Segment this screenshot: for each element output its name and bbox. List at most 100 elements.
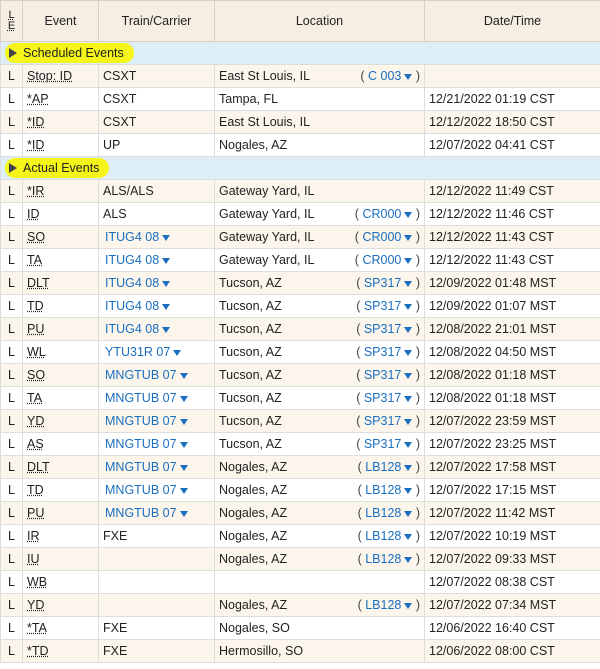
dropdown-caret-icon[interactable] bbox=[162, 303, 171, 310]
dropdown-caret-icon[interactable] bbox=[404, 441, 413, 448]
station-code-link[interactable]: SP317 bbox=[364, 299, 402, 313]
station-code[interactable]: ( SP317 ) bbox=[356, 414, 420, 428]
train-link[interactable]: MNGTUB 07 bbox=[103, 414, 177, 428]
le-column-header[interactable]: LE bbox=[0, 0, 23, 42]
train-link[interactable]: ITUG4 08 bbox=[103, 230, 159, 244]
dropdown-caret-icon[interactable] bbox=[162, 326, 171, 333]
dropdown-caret-icon[interactable] bbox=[404, 234, 413, 241]
actual-events-section[interactable]: Actual Events bbox=[0, 156, 600, 180]
event-code[interactable]: *IR bbox=[27, 184, 44, 198]
event-code[interactable]: IR bbox=[27, 529, 40, 543]
train-link[interactable]: MNGTUB 07 bbox=[103, 391, 177, 405]
station-code-link[interactable]: SP317 bbox=[364, 437, 402, 451]
event-code[interactable]: *TD bbox=[27, 644, 49, 658]
station-code[interactable]: ( CR000 ) bbox=[355, 230, 420, 244]
train-link[interactable]: MNGTUB 07 bbox=[103, 368, 177, 382]
train-link[interactable]: ITUG4 08 bbox=[103, 253, 159, 267]
station-code[interactable]: ( SP317 ) bbox=[356, 345, 420, 359]
station-code[interactable]: ( SP317 ) bbox=[356, 299, 420, 313]
dropdown-caret-icon[interactable] bbox=[162, 280, 171, 287]
station-code[interactable]: ( CR000 ) bbox=[355, 253, 420, 267]
station-code-link[interactable]: SP317 bbox=[364, 391, 402, 405]
train-link[interactable]: MNGTUB 07 bbox=[103, 460, 177, 474]
station-code[interactable]: ( LB128 ) bbox=[358, 506, 420, 520]
carrier-cell[interactable]: ITUG4 08 bbox=[98, 225, 215, 249]
event-code[interactable]: PU bbox=[27, 322, 44, 336]
station-code-link[interactable]: SP317 bbox=[364, 322, 402, 336]
event-code[interactable]: AS bbox=[27, 437, 44, 451]
event-code[interactable]: SO bbox=[27, 230, 45, 244]
dropdown-caret-icon[interactable] bbox=[404, 372, 413, 379]
dropdown-caret-icon[interactable] bbox=[404, 556, 413, 563]
station-code[interactable]: ( LB128 ) bbox=[358, 552, 420, 566]
event-code[interactable]: DLT bbox=[27, 460, 50, 474]
carrier-cell[interactable]: MNGTUB 07 bbox=[98, 386, 215, 410]
event-code[interactable]: DLT bbox=[27, 276, 50, 290]
dropdown-caret-icon[interactable] bbox=[179, 372, 188, 379]
station-code-link[interactable]: SP317 bbox=[364, 414, 402, 428]
expand-triangle-icon[interactable] bbox=[9, 163, 17, 173]
station-code[interactable]: ( SP317 ) bbox=[356, 437, 420, 451]
dropdown-caret-icon[interactable] bbox=[404, 510, 413, 517]
train-link[interactable]: YTU31R 07 bbox=[103, 345, 170, 359]
event-code[interactable]: YD bbox=[27, 598, 44, 612]
train-link[interactable]: ITUG4 08 bbox=[103, 299, 159, 313]
station-code-link[interactable]: LB128 bbox=[365, 529, 401, 543]
event-column-header[interactable]: Event bbox=[22, 0, 99, 42]
station-code-link[interactable]: SP317 bbox=[364, 368, 402, 382]
station-code[interactable]: ( LB128 ) bbox=[358, 529, 420, 543]
event-code[interactable]: TA bbox=[27, 391, 42, 405]
station-code-link[interactable]: LB128 bbox=[365, 460, 401, 474]
carrier-cell[interactable]: ITUG4 08 bbox=[98, 271, 215, 295]
dropdown-caret-icon[interactable] bbox=[179, 510, 188, 517]
carrier-cell[interactable]: MNGTUB 07 bbox=[98, 409, 215, 433]
event-code[interactable]: *TA bbox=[27, 621, 47, 635]
carrier-cell[interactable]: MNGTUB 07 bbox=[98, 432, 215, 456]
dropdown-caret-icon[interactable] bbox=[179, 441, 188, 448]
actual-events-section-toggle[interactable]: Actual Events bbox=[0, 156, 600, 180]
carrier-cell[interactable]: MNGTUB 07 bbox=[98, 363, 215, 387]
train-link[interactable]: MNGTUB 07 bbox=[103, 506, 177, 520]
dropdown-caret-icon[interactable] bbox=[404, 73, 413, 80]
station-code[interactable]: ( LB128 ) bbox=[358, 460, 420, 474]
carrier-cell[interactable]: MNGTUB 07 bbox=[98, 478, 215, 502]
event-code[interactable]: TD bbox=[27, 483, 44, 497]
station-code[interactable]: ( LB128 ) bbox=[358, 598, 420, 612]
carrier-cell[interactable]: MNGTUB 07 bbox=[98, 501, 215, 525]
dropdown-caret-icon[interactable] bbox=[179, 395, 188, 402]
dropdown-caret-icon[interactable] bbox=[404, 395, 413, 402]
carrier-cell[interactable]: ITUG4 08 bbox=[98, 294, 215, 318]
event-code[interactable]: WL bbox=[27, 345, 46, 359]
event-code[interactable]: ID bbox=[27, 207, 40, 221]
dropdown-caret-icon[interactable] bbox=[404, 257, 413, 264]
dropdown-caret-icon[interactable] bbox=[404, 487, 413, 494]
event-code[interactable]: WB bbox=[27, 575, 47, 589]
dropdown-caret-icon[interactable] bbox=[404, 280, 413, 287]
dropdown-caret-icon[interactable] bbox=[179, 487, 188, 494]
station-code-link[interactable]: SP317 bbox=[364, 276, 402, 290]
carrier-cell[interactable]: MNGTUB 07 bbox=[98, 455, 215, 479]
dropdown-caret-icon[interactable] bbox=[404, 303, 413, 310]
station-code-link[interactable]: LB128 bbox=[365, 483, 401, 497]
dropdown-caret-icon[interactable] bbox=[404, 418, 413, 425]
train-link[interactable]: MNGTUB 07 bbox=[103, 483, 177, 497]
scheduled-events-section[interactable]: Scheduled Events bbox=[0, 41, 600, 65]
event-code[interactable]: *ID bbox=[27, 115, 44, 129]
station-code-link[interactable]: C 003 bbox=[368, 69, 401, 83]
dropdown-caret-icon[interactable] bbox=[404, 326, 413, 333]
dropdown-caret-icon[interactable] bbox=[404, 602, 413, 609]
dropdown-caret-icon[interactable] bbox=[404, 349, 413, 356]
dropdown-caret-icon[interactable] bbox=[404, 464, 413, 471]
datetime-column-header[interactable]: Date/Time bbox=[424, 0, 600, 42]
station-code-link[interactable]: CR000 bbox=[362, 230, 401, 244]
dropdown-caret-icon[interactable] bbox=[162, 234, 171, 241]
scheduled-events-section-toggle[interactable]: Scheduled Events bbox=[0, 41, 600, 65]
carrier-cell[interactable]: ITUG4 08 bbox=[98, 248, 215, 272]
dropdown-caret-icon[interactable] bbox=[173, 349, 182, 356]
dropdown-caret-icon[interactable] bbox=[179, 464, 188, 471]
station-code[interactable]: ( CR000 ) bbox=[355, 207, 420, 221]
dropdown-caret-icon[interactable] bbox=[179, 418, 188, 425]
station-code[interactable]: ( LB128 ) bbox=[358, 483, 420, 497]
station-code[interactable]: ( C 003 ) bbox=[360, 69, 420, 83]
event-code[interactable]: *ID bbox=[27, 138, 44, 152]
